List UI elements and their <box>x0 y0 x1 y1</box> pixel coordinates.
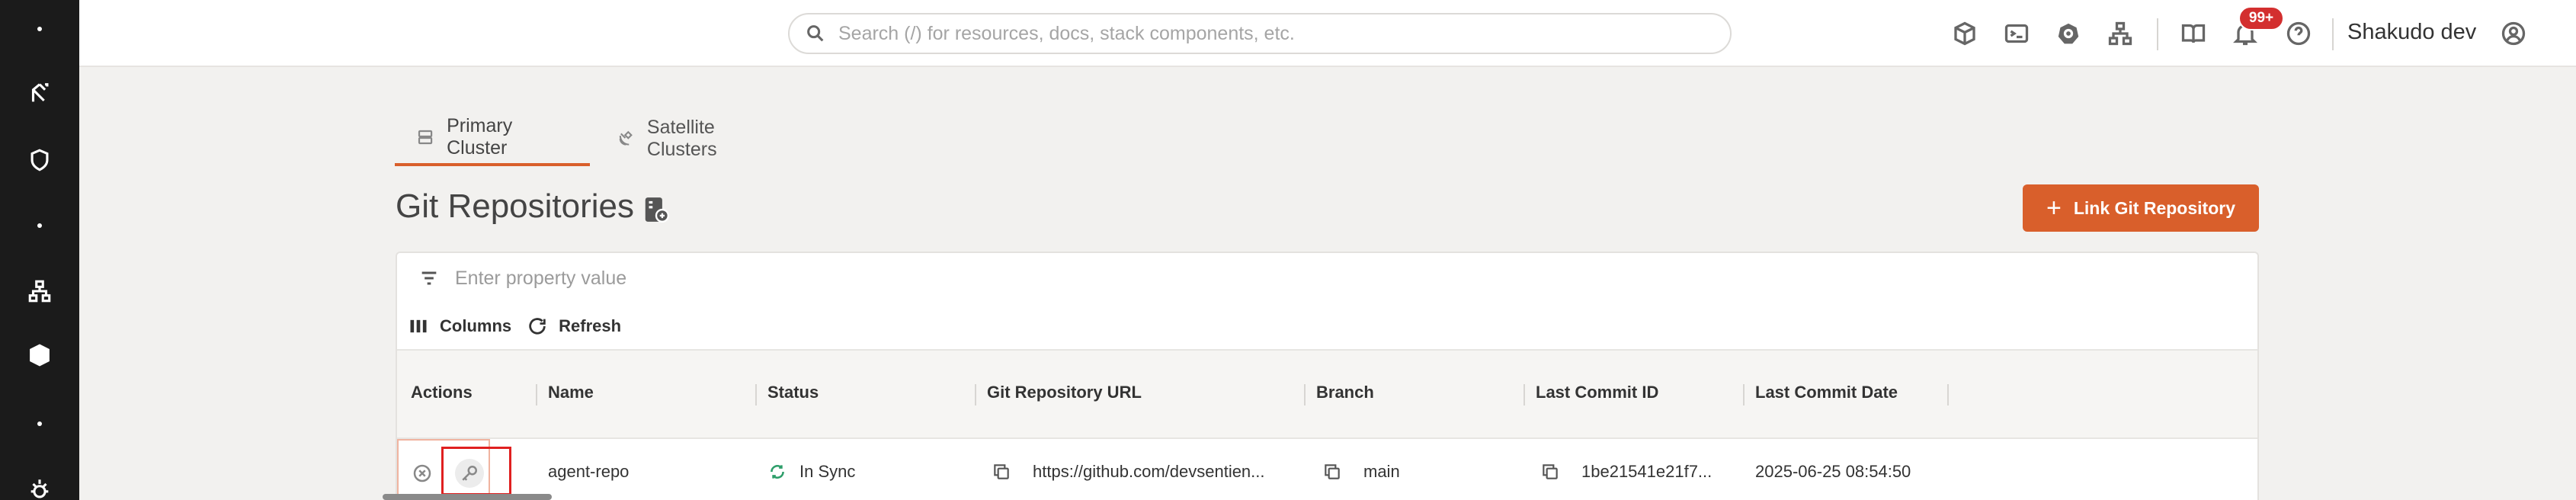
user-name[interactable]: Shakudo dev <box>2347 20 2476 45</box>
column-header-url[interactable]: Git Repository URL <box>987 383 1142 402</box>
help-icon <box>2286 21 2311 46</box>
branch-name: main <box>1363 462 1400 481</box>
close-circle-icon <box>413 464 431 482</box>
column-header-commit-id[interactable]: Last Commit ID <box>1536 383 1658 402</box>
status-text: In Sync <box>799 462 856 481</box>
global-search[interactable] <box>788 13 1732 54</box>
top-divider-2 <box>2332 18 2334 50</box>
copy-icon[interactable] <box>1322 462 1342 482</box>
refresh-icon <box>529 318 546 335</box>
column-resizer[interactable] <box>1743 384 1745 405</box>
terminal-button[interactable] <box>2000 17 2033 50</box>
filter-bar <box>397 253 2257 303</box>
network-icon <box>28 280 51 303</box>
tab-primary-cluster[interactable]: Primary Cluster <box>395 111 590 166</box>
button-label: Link Git Repository <box>2073 197 2235 218</box>
commit-id: 1be21541e21f7... <box>1581 462 1713 481</box>
column-header-actions[interactable]: Actions <box>411 383 473 402</box>
unlink-button[interactable] <box>408 459 437 488</box>
git-branch-icon <box>31 83 49 102</box>
git-repo-icon <box>645 197 670 223</box>
columns-button[interactable]: Columns <box>408 316 511 337</box>
column-resizer[interactable] <box>1947 384 1949 405</box>
copy-icon[interactable] <box>1540 462 1560 482</box>
column-header-status[interactable]: Status <box>767 383 819 402</box>
sidebar <box>0 0 79 500</box>
sync-icon <box>771 465 784 479</box>
horizontal-scrollbar[interactable] <box>383 494 552 500</box>
bug-icon <box>30 479 49 498</box>
tab-satellite-clusters[interactable]: Satellite Clusters <box>596 111 794 166</box>
book-icon <box>2181 24 2206 43</box>
column-resizer[interactable] <box>755 384 757 405</box>
search-input[interactable] <box>838 22 1677 45</box>
server-icon <box>418 130 433 145</box>
repo-url[interactable]: https://github.com/devsentien... <box>1033 462 1265 482</box>
top-divider <box>2157 18 2158 50</box>
cube-button[interactable] <box>1948 17 1982 50</box>
sidebar-dot-2[interactable] <box>0 203 79 248</box>
table-row[interactable]: agent-repo In Sync https://github.com/de… <box>397 439 2257 500</box>
table-header: Actions Name Status Git Repository URL B… <box>397 349 2257 439</box>
tab-label: Primary Cluster <box>447 115 513 159</box>
tab-label: Satellite Clusters <box>646 117 717 160</box>
sidebar-item-security[interactable] <box>0 137 79 183</box>
search-icon <box>807 25 824 42</box>
notification-badge: 99+ <box>2238 6 2284 30</box>
status-cell: In Sync <box>767 462 855 482</box>
sidebar-dot-1[interactable] <box>0 6 79 52</box>
dot-icon <box>37 223 42 228</box>
page-title: Git Repositories <box>396 188 635 225</box>
column-resizer[interactable] <box>536 384 537 405</box>
repo-name[interactable]: agent-repo <box>548 462 629 482</box>
selection-highlight <box>441 447 511 495</box>
columns-label: Columns <box>440 316 512 335</box>
dot-icon <box>37 27 42 31</box>
column-header-commit-date[interactable]: Last Commit Date <box>1755 383 1898 402</box>
docs-button[interactable] <box>2177 17 2210 50</box>
filter-input[interactable] <box>455 267 1065 290</box>
terminal-icon <box>2004 24 2029 43</box>
dot-icon <box>37 421 42 426</box>
column-resizer[interactable] <box>975 384 976 405</box>
column-resizer[interactable] <box>1304 384 1306 405</box>
account-button[interactable] <box>2497 17 2530 50</box>
commit-id-cell: 1be21541e21f7... <box>1540 462 1712 482</box>
commit-date: 2025-06-25 08:54:50 <box>1755 462 1911 481</box>
refresh-button[interactable]: Refresh <box>527 316 621 337</box>
column-header-name[interactable]: Name <box>548 383 594 402</box>
column-header-branch[interactable]: Branch <box>1316 383 1374 402</box>
branch-cell: main <box>1322 462 1400 482</box>
org-chart-icon <box>2108 21 2132 46</box>
copy-icon[interactable] <box>992 462 1011 482</box>
satellite-icon <box>619 130 633 146</box>
sidebar-item-layers[interactable] <box>0 332 79 378</box>
refresh-label: Refresh <box>559 316 622 335</box>
sidebar-dot-3[interactable] <box>0 401 79 447</box>
table-toolbar: Columns Refresh <box>397 303 2257 349</box>
org-chart-button[interactable] <box>2103 17 2137 50</box>
user-circle-icon <box>2501 21 2526 46</box>
filter-icon <box>421 271 437 285</box>
help-button[interactable] <box>2282 17 2315 50</box>
repositories-card: Columns Refresh Actions Name Status Git … <box>396 252 2259 500</box>
kubernetes-icon <box>2055 21 2081 46</box>
columns-icon <box>410 319 427 333</box>
column-resizer[interactable] <box>1523 384 1525 405</box>
sidebar-item-git[interactable] <box>0 70 79 116</box>
cube-icon <box>1954 21 1975 46</box>
link-git-repository-button[interactable]: + Link Git Repository <box>2023 184 2259 232</box>
plus-icon: + <box>2046 194 2062 223</box>
sidebar-item-network[interactable] <box>0 268 79 314</box>
shield-icon <box>30 149 49 171</box>
sidebar-item-bug[interactable] <box>0 466 79 500</box>
url-cell: https://github.com/devsentien... <box>992 462 1265 482</box>
kubernetes-button[interactable] <box>2052 17 2085 50</box>
layers-icon <box>30 344 50 367</box>
